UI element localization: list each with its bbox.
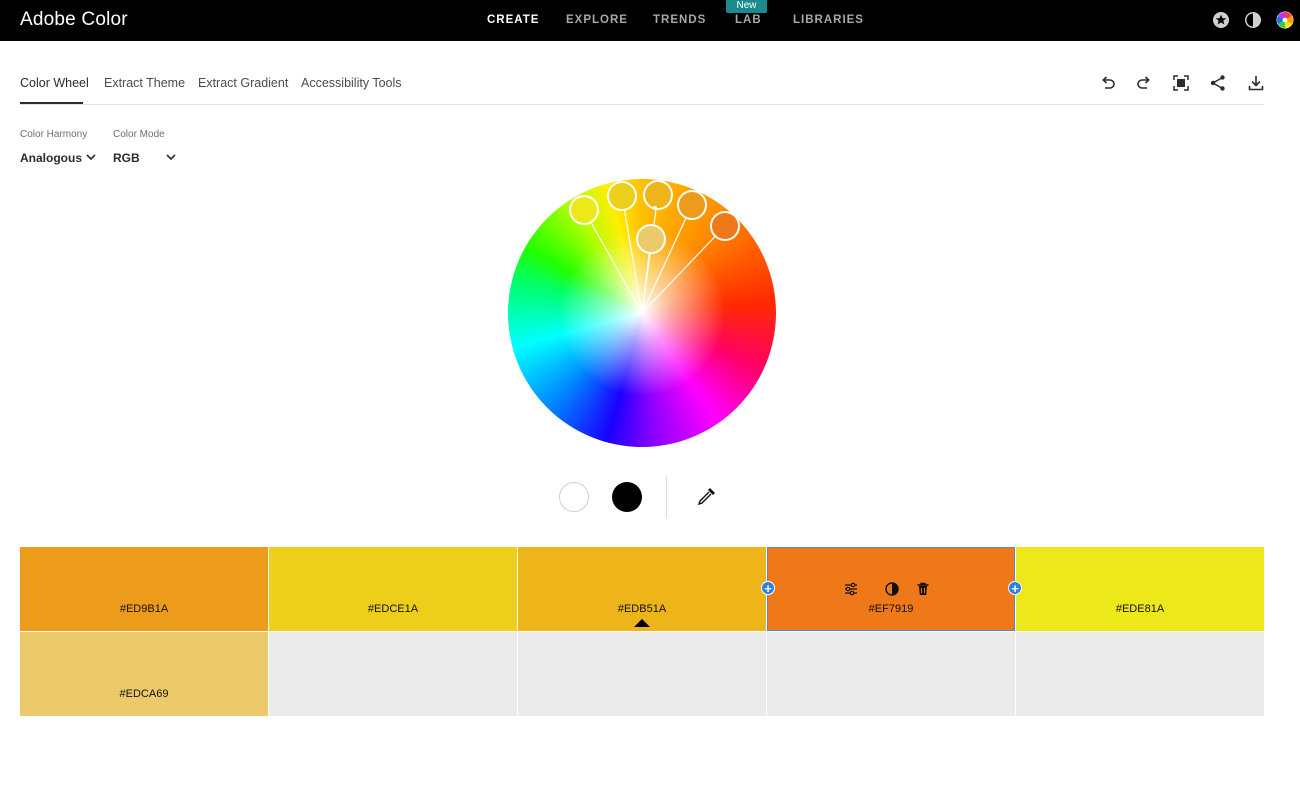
contrast-icon[interactable] (884, 581, 900, 597)
nav-trends[interactable]: TRENDS (653, 14, 706, 26)
wheel-handle[interactable] (677, 190, 707, 220)
color-harmony-dropdown[interactable]: Analogous (20, 151, 82, 165)
nav-libraries[interactable]: LIBRARIES (793, 14, 864, 26)
wheel-handle[interactable] (607, 181, 637, 211)
share-icon[interactable] (1209, 74, 1227, 92)
empty-swatch-slot (1016, 632, 1264, 716)
add-color-left-button[interactable]: + (761, 581, 775, 596)
color-harmony-label: Color Harmony (20, 129, 88, 140)
contrast-mode-icon[interactable] (1244, 11, 1262, 29)
eyedropper-icon[interactable] (696, 485, 718, 507)
swatch-hex[interactable]: #EDCE1A (269, 603, 517, 615)
chevron-down-icon[interactable] (86, 153, 96, 161)
swatch-hex[interactable]: #EF7919 (767, 603, 1015, 615)
trash-icon[interactable] (915, 581, 931, 597)
black-color-button[interactable] (612, 482, 642, 512)
tab-color-wheel[interactable]: Color Wheel (20, 76, 89, 90)
swatch-hex[interactable]: #EDB51A (518, 603, 766, 615)
empty-swatch-slot (518, 632, 766, 716)
swatch-5[interactable]: #EDE81A (1016, 547, 1264, 631)
color-wheel-icon[interactable] (1276, 11, 1294, 29)
wheel-handle[interactable] (636, 224, 666, 254)
separator (666, 476, 667, 518)
undo-icon[interactable] (1099, 74, 1117, 92)
white-color-button[interactable] (559, 482, 589, 512)
swatch-4-selected[interactable]: #EF7919 (767, 547, 1015, 631)
swatch-2[interactable]: #EDCE1A (269, 547, 517, 631)
wheel-handle[interactable] (569, 195, 599, 225)
color-mode-label: Color Mode (113, 129, 165, 140)
tabs-divider (20, 104, 1264, 105)
wheel-handle[interactable] (643, 180, 673, 210)
swatch-hex[interactable]: #ED9B1A (20, 603, 268, 615)
color-mode-dropdown[interactable]: RGB (113, 151, 140, 165)
nav-create[interactable]: CREATE (487, 14, 539, 26)
swatch-6[interactable]: #EDCA69 (20, 632, 268, 716)
chevron-down-icon[interactable] (166, 153, 176, 161)
download-icon[interactable] (1247, 74, 1265, 92)
swatch-1[interactable]: #ED9B1A (20, 547, 268, 631)
swatch-hex[interactable]: #EDCA69 (20, 688, 268, 700)
add-color-right-button[interactable]: + (1008, 581, 1022, 596)
tab-extract-theme[interactable]: Extract Theme (104, 76, 185, 90)
fullscreen-icon[interactable] (1172, 74, 1190, 92)
swatch-3-base[interactable]: #EDB51A (518, 547, 766, 631)
redo-icon[interactable] (1135, 74, 1153, 92)
empty-swatch-slot (269, 632, 517, 716)
tab-accessibility-tools[interactable]: Accessibility Tools (301, 76, 402, 90)
new-badge: New (726, 0, 767, 13)
swatch-hex[interactable]: #EDE81A (1016, 603, 1264, 615)
nav-lab[interactable]: LAB (735, 14, 762, 26)
color-wheel-markers (569, 180, 740, 314)
nav-explore[interactable]: EXPLORE (566, 14, 628, 26)
tab-extract-gradient[interactable]: Extract Gradient (198, 76, 288, 90)
adjust-sliders-icon[interactable] (843, 581, 859, 597)
star-icon[interactable] (1212, 11, 1230, 29)
empty-swatch-slot (767, 632, 1015, 716)
app-title[interactable]: Adobe Color (20, 9, 128, 31)
base-color-marker (634, 619, 650, 627)
top-bar: Adobe Color CREATE EXPLORE TRENDS New LA… (0, 0, 1300, 41)
wheel-handle[interactable] (710, 211, 740, 241)
